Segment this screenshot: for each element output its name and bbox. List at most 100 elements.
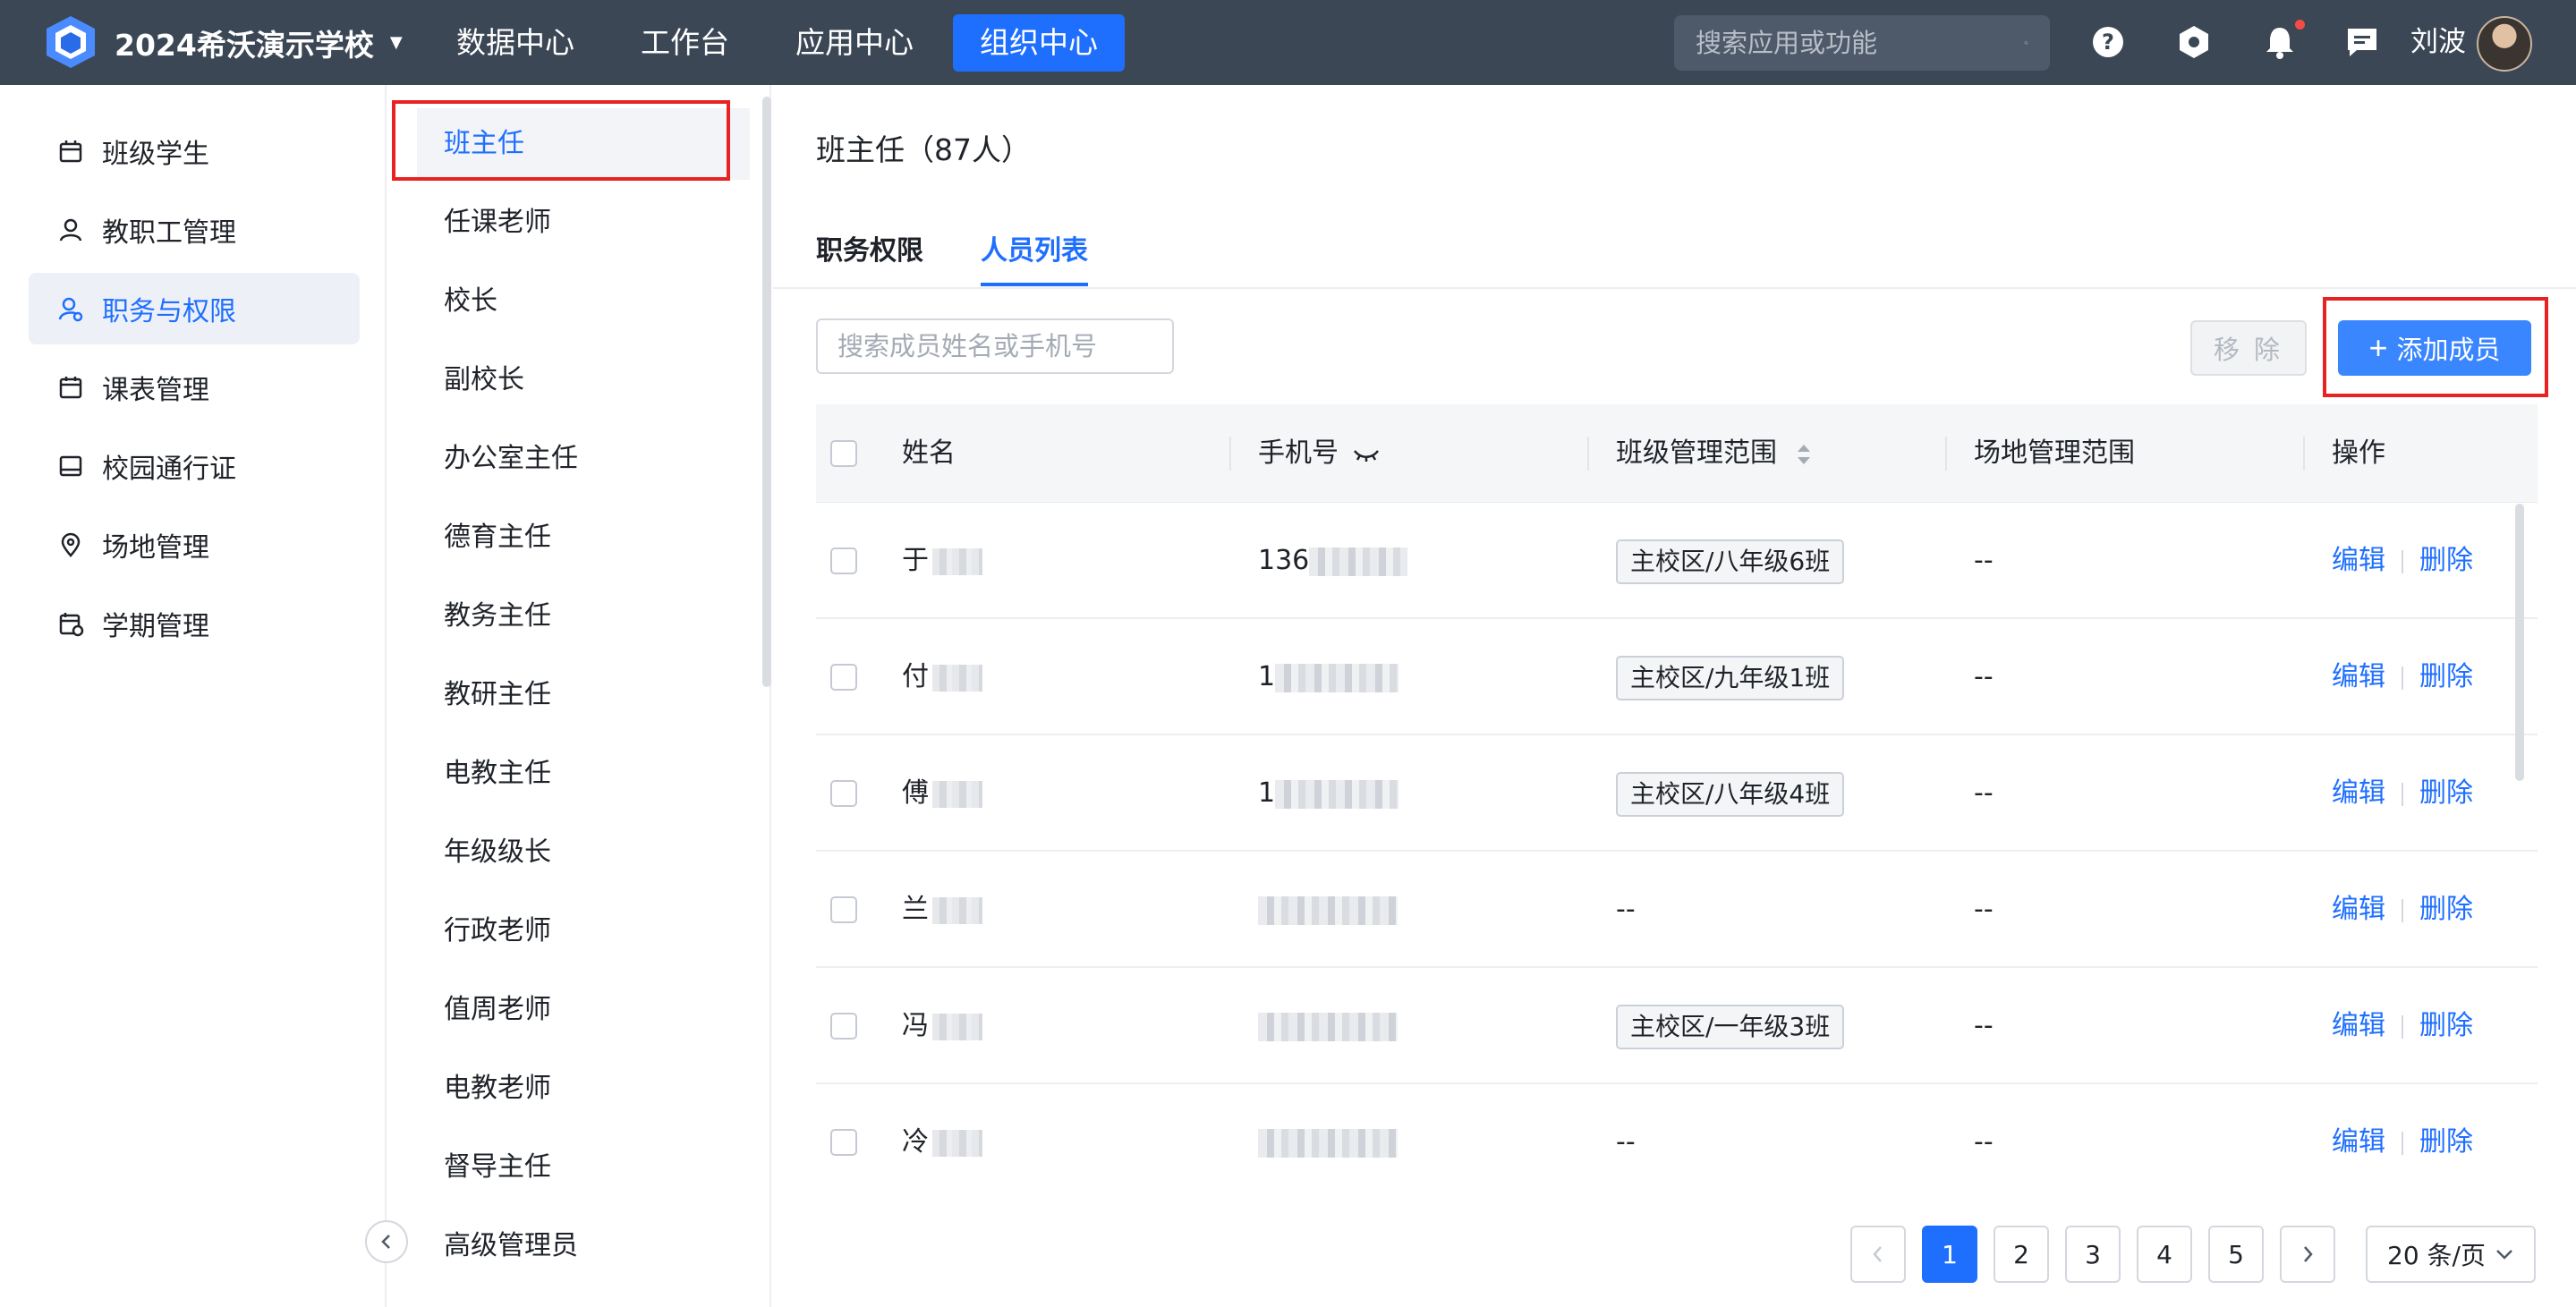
tab-role-permissions[interactable]: 职务权限 xyxy=(816,228,923,285)
edit-button[interactable]: 编辑 xyxy=(2332,661,2385,692)
school-switcher[interactable]: 2024希沃演示学校 ▼ xyxy=(115,0,403,85)
help-icon[interactable]: ? xyxy=(2090,24,2126,60)
table-row: 兰 -- -- 编辑 删除 xyxy=(816,852,2538,968)
role-item[interactable]: 任课老师 xyxy=(417,187,750,259)
edit-button[interactable]: 编辑 xyxy=(2332,1126,2385,1158)
class-scope-tag: 主校区/八年级4班 xyxy=(1616,771,1845,817)
next-page-button[interactable] xyxy=(2280,1226,2335,1283)
role-item[interactable]: 班主任 xyxy=(417,108,750,180)
settings-icon[interactable] xyxy=(2176,24,2212,60)
message-icon[interactable] xyxy=(2344,24,2380,60)
page-button-5[interactable]: 5 xyxy=(2208,1226,2264,1283)
role-item[interactable]: 督导主任 xyxy=(417,1132,750,1203)
role-item[interactable]: 校长 xyxy=(417,266,750,337)
column-header-class-scope[interactable]: 班级管理范围 xyxy=(1616,404,1813,503)
column-header-phone: 手机号 xyxy=(1258,404,1380,503)
sidebar-item-venue[interactable]: 场地管理 xyxy=(29,509,360,581)
tab-member-list[interactable]: 人员列表 xyxy=(981,228,1088,286)
prev-page-button[interactable] xyxy=(1850,1226,1906,1283)
select-all-checkbox[interactable] xyxy=(830,440,857,467)
role-item[interactable]: 教研主任 xyxy=(417,659,750,731)
row-checkbox[interactable] xyxy=(830,1129,857,1156)
sidebar-item-label: 学期管理 xyxy=(102,611,209,642)
sidebar-item-roles[interactable]: 职务与权限 xyxy=(29,273,360,344)
page-title: 班主任（87人） xyxy=(816,132,1031,167)
role-item[interactable]: 电教老师 xyxy=(417,1053,750,1125)
row-actions: 编辑 删除 xyxy=(2332,1084,2473,1201)
avatar[interactable] xyxy=(2477,16,2532,72)
nav-org-center[interactable]: 组织中心 xyxy=(953,13,1125,72)
member-phone xyxy=(1258,1084,1398,1201)
edit-button[interactable]: 编辑 xyxy=(2332,545,2385,576)
member-search-input[interactable] xyxy=(837,331,1166,361)
row-actions: 编辑 删除 xyxy=(2332,735,2473,852)
row-checkbox[interactable] xyxy=(830,896,857,923)
term-icon xyxy=(59,613,84,637)
page-button-3[interactable]: 3 xyxy=(2065,1226,2121,1283)
edit-button[interactable]: 编辑 xyxy=(2332,1010,2385,1041)
page-button-1[interactable]: 1 xyxy=(1922,1226,1977,1283)
row-checkbox[interactable] xyxy=(830,664,857,691)
delete-button[interactable]: 删除 xyxy=(2419,1126,2473,1158)
masked-text xyxy=(932,896,982,924)
top-nav: 数据中心 工作台 应用中心 组织中心 xyxy=(429,0,1137,85)
role-item[interactable]: 电教主任 xyxy=(417,738,750,810)
nav-app-center[interactable]: 应用中心 xyxy=(769,14,940,72)
role-item[interactable]: 行政老师 xyxy=(417,895,750,967)
nav-data-center[interactable]: 数据中心 xyxy=(429,14,601,72)
edit-button[interactable]: 编辑 xyxy=(2332,777,2385,809)
eye-closed-icon[interactable] xyxy=(1353,446,1380,463)
sort-icon[interactable] xyxy=(1795,441,1813,468)
row-actions: 编辑 删除 xyxy=(2332,503,2473,619)
row-checkbox[interactable] xyxy=(830,780,857,807)
member-phone xyxy=(1258,852,1398,968)
delete-button[interactable]: 删除 xyxy=(2419,661,2473,692)
add-member-button[interactable]: + 添加成员 xyxy=(2338,320,2531,376)
delete-button[interactable]: 删除 xyxy=(2419,777,2473,809)
sidebar-item-term[interactable]: 学期管理 xyxy=(29,588,360,659)
role-item[interactable]: 副校长 xyxy=(417,344,750,416)
search-icon[interactable] xyxy=(2024,29,2028,57)
chevron-left-icon xyxy=(1873,1246,1882,1262)
role-item[interactable]: 高级管理员 xyxy=(417,1210,750,1282)
class-scope: 主校区/八年级6班 xyxy=(1616,503,1845,619)
table-scrollbar[interactable] xyxy=(2515,504,2524,781)
collapse-sidebar-button[interactable] xyxy=(365,1220,408,1263)
page-button-2[interactable]: 2 xyxy=(1994,1226,2049,1283)
sidebar-item-staff[interactable]: 教职工管理 xyxy=(29,194,360,266)
delete-button[interactable]: 删除 xyxy=(2419,545,2473,576)
sidebar: 班级学生 教职工管理 职务与权限 课表管理 校园通行证 场地管理 学期管理 xyxy=(0,85,387,1307)
edit-button[interactable]: 编辑 xyxy=(2332,894,2385,925)
delete-button[interactable]: 删除 xyxy=(2419,894,2473,925)
page-size-select[interactable]: 20 条/页 xyxy=(2366,1226,2536,1283)
role-item[interactable]: 值周老师 xyxy=(417,974,750,1046)
role-item[interactable]: 办公室主任 xyxy=(417,423,750,495)
role-item[interactable]: 德育主任 xyxy=(417,502,750,573)
member-name: 傅 xyxy=(902,735,982,852)
app-search-input[interactable] xyxy=(1696,28,2024,58)
delete-button[interactable]: 删除 xyxy=(2419,1010,2473,1041)
svg-text:?: ? xyxy=(2102,30,2114,55)
row-checkbox[interactable] xyxy=(830,547,857,574)
page-button-4[interactable]: 4 xyxy=(2137,1226,2192,1283)
bell-icon[interactable] xyxy=(2262,24,2298,60)
tab-divider xyxy=(773,287,2576,289)
sidebar-item-class-students[interactable]: 班级学生 xyxy=(29,115,360,187)
nav-workbench[interactable]: 工作台 xyxy=(614,14,756,72)
sidebar-item-timetable[interactable]: 课表管理 xyxy=(29,352,360,423)
sidebar-item-label: 课表管理 xyxy=(102,375,209,406)
member-search xyxy=(816,318,1174,374)
action-divider xyxy=(2402,898,2403,922)
table-row: 冯 主校区/一年级3班 -- 编辑 删除 xyxy=(816,968,2538,1084)
sidebar-item-campus-pass[interactable]: 校园通行证 xyxy=(29,430,360,502)
school-logo-icon[interactable] xyxy=(43,14,98,70)
role-list-scrollbar[interactable] xyxy=(762,97,771,687)
remove-button[interactable]: 移 除 xyxy=(2190,320,2307,376)
venue-scope: -- xyxy=(1974,661,1994,692)
member-name: 于 xyxy=(902,503,982,619)
row-checkbox[interactable] xyxy=(830,1013,857,1040)
table-row: 付 1 主校区/九年级1班 -- 编辑 删除 xyxy=(816,619,2538,735)
user-name[interactable]: 刘波 xyxy=(2410,0,2466,85)
role-item[interactable]: 年级级长 xyxy=(417,817,750,888)
role-item[interactable]: 教务主任 xyxy=(417,581,750,652)
